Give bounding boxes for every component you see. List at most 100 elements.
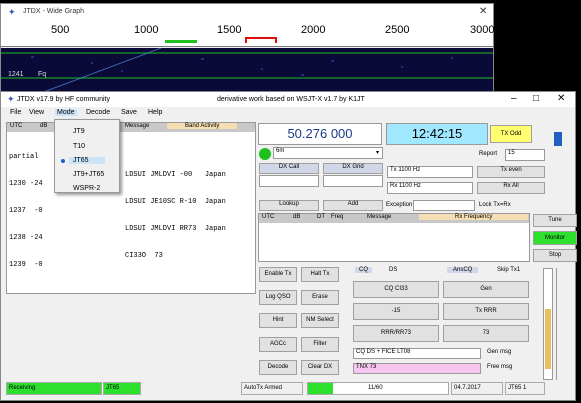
mode-option-jt9-jt65[interactable]: JT9+JT65 bbox=[73, 171, 104, 178]
app-icon: ✦ bbox=[8, 7, 16, 17]
signal-meter bbox=[543, 268, 553, 380]
exception-input[interactable] bbox=[413, 200, 475, 211]
col-message: Message bbox=[125, 123, 150, 129]
gen-msg-radio[interactable]: Gen msg bbox=[487, 349, 511, 355]
mode-option-wspr2[interactable]: WSPR-2 bbox=[73, 185, 100, 192]
status-date: 04.7.2017 bbox=[451, 382, 503, 395]
rx-all-button[interactable]: Rx All bbox=[477, 182, 545, 194]
erase-button[interactable]: Erase bbox=[301, 290, 339, 305]
menu-file[interactable]: File bbox=[10, 109, 21, 116]
dx-grid-input[interactable] bbox=[323, 175, 383, 187]
tx-73-button[interactable]: 73 bbox=[443, 325, 529, 342]
waterfall[interactable]: 1241 Fq bbox=[1, 48, 493, 93]
maximize-icon[interactable]: □ bbox=[533, 93, 539, 104]
tx-msg-2[interactable]: -15 bbox=[353, 303, 439, 320]
tx-marker bbox=[245, 37, 277, 43]
signal-meter-fill bbox=[545, 309, 551, 369]
mode-option-jt65[interactable]: JT65 bbox=[69, 157, 105, 164]
minimize-icon[interactable]: – bbox=[511, 93, 517, 104]
rx-frequency-title: Rx Frequency bbox=[419, 214, 529, 220]
tab-anscq[interactable]: AnsCQ bbox=[447, 267, 479, 273]
nm-select-button[interactable]: NM Select bbox=[301, 313, 339, 328]
col-freq: Freq bbox=[331, 214, 344, 220]
decode-line: 1230 -24 bbox=[9, 180, 43, 188]
decode-msg: LDSUI JMLDVI RR73 Japan bbox=[125, 225, 226, 233]
chevron-down-icon: ▾ bbox=[375, 150, 379, 156]
scale-label: 2000 bbox=[301, 24, 326, 36]
level-slider[interactable] bbox=[556, 268, 562, 380]
rx-frequency-header: UTC dB DT Freq Message Rx Frequency bbox=[259, 214, 529, 223]
rx-frequency-pane[interactable]: UTC dB DT Freq Message Rx Frequency bbox=[258, 213, 530, 262]
selected-dot-icon bbox=[61, 159, 65, 163]
band-select[interactable]: 6m ▾ bbox=[273, 147, 383, 159]
dx-call-input[interactable] bbox=[259, 175, 319, 187]
slider-handle-icon[interactable] bbox=[554, 132, 562, 146]
enable-tx-button[interactable]: Enable Tx bbox=[259, 267, 297, 282]
tab-ds[interactable]: DS bbox=[389, 267, 397, 273]
status-jtmode: JT65 1 bbox=[505, 382, 545, 395]
time-label-2: Fq bbox=[38, 71, 47, 78]
status-led-icon bbox=[259, 148, 271, 160]
lock-tx-checkbox[interactable]: Lock Tx=Rx bbox=[479, 202, 511, 208]
tx-msg-3[interactable]: RRR/RR73 bbox=[353, 325, 439, 342]
col-db: dB bbox=[40, 123, 48, 129]
exception-label: Exception bbox=[386, 202, 413, 208]
col-utc: UTC bbox=[10, 123, 23, 129]
rx-marker bbox=[165, 40, 197, 43]
tx-rrr-button[interactable]: Tx RRR bbox=[443, 303, 529, 320]
frequency-scale: 500 1000 1500 2000 2500 3000 bbox=[1, 21, 494, 47]
report-label: Report bbox=[479, 151, 498, 157]
menu-bar: File View Mode Decode Save Help bbox=[1, 108, 256, 119]
mode-option-t10[interactable]: T10 bbox=[73, 143, 85, 150]
tab-cq[interactable]: CQ bbox=[355, 267, 372, 273]
agcc-button[interactable]: AGCc bbox=[259, 337, 297, 352]
scale-label: 1000 bbox=[134, 24, 159, 36]
band-activity-pane[interactable]: UTC dB Message Band Activity partial 123… bbox=[6, 122, 256, 294]
mode-option-jt9[interactable]: JT9 bbox=[73, 128, 85, 135]
close-icon[interactable]: ✕ bbox=[479, 6, 487, 17]
col-dt: DT bbox=[317, 214, 325, 220]
scale-label: 2500 bbox=[385, 24, 410, 36]
tx-msg-1[interactable]: CQ CI33 bbox=[353, 281, 439, 298]
free-msg-radio[interactable]: Free msg bbox=[487, 364, 512, 370]
scale-label: 500 bbox=[51, 24, 70, 36]
skip-tx1-checkbox[interactable]: Skip Tx1 bbox=[497, 267, 520, 273]
decode-line: partial bbox=[9, 153, 39, 161]
tune-button[interactable]: Tune bbox=[533, 214, 577, 227]
tx-odd-button[interactable]: TX Odd bbox=[490, 125, 532, 143]
decode-line: 1237 -0 bbox=[9, 207, 43, 215]
free-msg-field[interactable]: TNX 73 bbox=[353, 363, 481, 374]
status-mode: JT65 bbox=[103, 382, 141, 395]
gen-msg-field[interactable]: CQ DS + FICE LT08 bbox=[353, 348, 481, 359]
log-qso-button[interactable]: Log QSO bbox=[259, 290, 297, 305]
stop-button[interactable]: Stop bbox=[533, 249, 577, 262]
tx-tabs: CQ DS AnsCQ Skip Tx1 bbox=[351, 267, 529, 277]
close-icon[interactable]: ✕ bbox=[557, 93, 565, 104]
rx-freq-field[interactable]: Rx 1100 Hz bbox=[387, 182, 473, 194]
menu-save[interactable]: Save bbox=[121, 109, 137, 116]
col-utc: UTC bbox=[262, 214, 275, 220]
tx-freq-field[interactable]: Tx 1100 Hz bbox=[387, 166, 473, 178]
menu-decode[interactable]: Decode bbox=[86, 109, 110, 116]
hint-button[interactable]: Hint bbox=[259, 313, 297, 328]
report-spinner[interactable]: 15 bbox=[505, 149, 545, 161]
decode-button[interactable]: Decode bbox=[259, 360, 297, 375]
menu-view[interactable]: View bbox=[29, 109, 44, 116]
filter-button[interactable]: Filter bbox=[301, 337, 339, 352]
lookup-button[interactable]: Lookup bbox=[259, 200, 319, 211]
gen-button[interactable]: Gen bbox=[443, 281, 529, 298]
clear-dx-button[interactable]: Clear DX bbox=[301, 360, 339, 375]
halt-tx-button[interactable]: Halt Tx bbox=[301, 267, 339, 282]
menu-mode[interactable]: Mode bbox=[55, 109, 77, 116]
wide-graph-titlebar: ✦ JTDX - Wide Graph ✕ bbox=[1, 4, 493, 21]
menu-help[interactable]: Help bbox=[148, 109, 162, 116]
add-button[interactable]: Add bbox=[323, 200, 383, 211]
frequency-display: 50.276 000 bbox=[258, 123, 382, 145]
tx-even-button[interactable]: Tx even bbox=[477, 166, 545, 178]
decode-msg: LDSUI JE10SC R-10 Japan bbox=[125, 198, 226, 206]
monitor-button[interactable]: Monitor bbox=[533, 231, 577, 245]
tx-progress-bar: 11/60 bbox=[307, 382, 449, 395]
band-activity-times: partial 1230 -24 1237 -0 1238 -24 1239 -… bbox=[9, 135, 43, 288]
app-icon: ✦ bbox=[7, 94, 15, 104]
window-subtitle: derivative work based on WSJT-X v1.7 by … bbox=[217, 96, 365, 103]
